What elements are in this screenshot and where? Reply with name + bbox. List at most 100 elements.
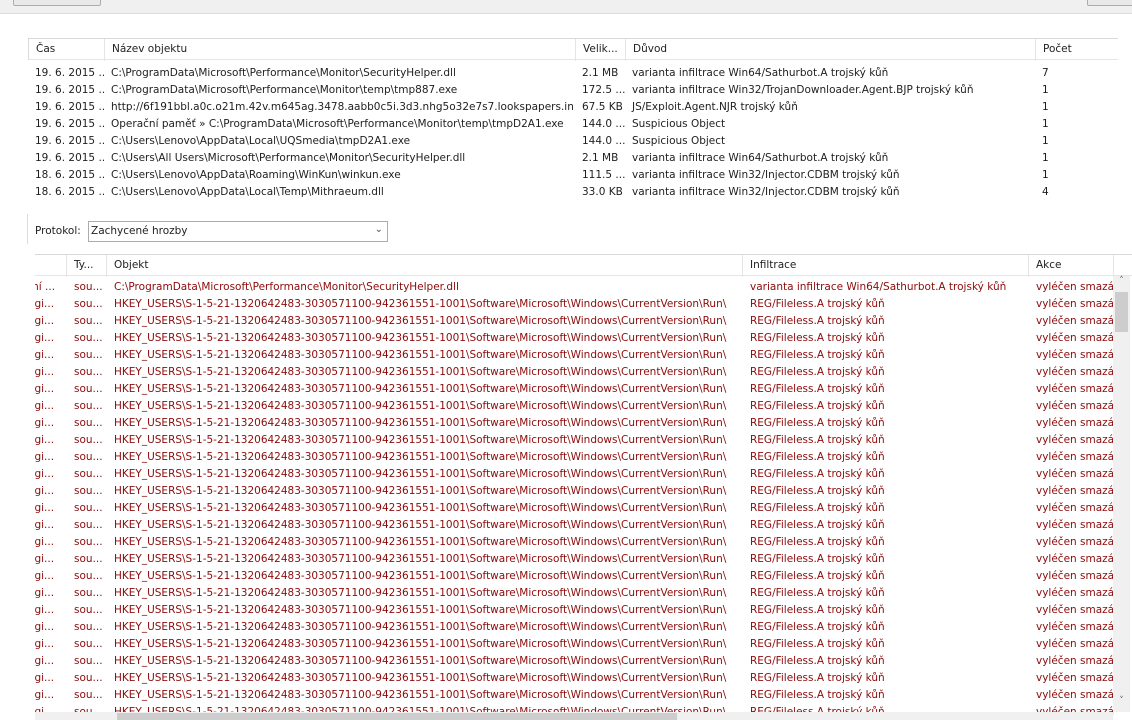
table-row[interactable]: egi... sou... HKEY_USERS\S-1-5-21-13206424…	[35, 670, 1132, 687]
toolbar-button-left[interactable]	[13, 0, 101, 6]
table-cell: 19. 6. 2015 ...	[35, 118, 104, 130]
table-row[interactable]: egi... sou... HKEY_USERS\S-1-5-21-13206424…	[35, 517, 1132, 534]
table-cell: 1	[1042, 84, 1049, 96]
table-cell: vyléčen smazán	[1036, 417, 1114, 429]
table-cell: HKEY_USERS\S-1-5-21-1320642483-303057110…	[114, 536, 727, 548]
table-cell: sou...	[74, 417, 103, 429]
table-cell: REG/Fileless.A trojský kůň	[750, 587, 885, 599]
log-header: Ty... Objekt Infiltrace Akce	[35, 254, 1132, 277]
column-header-3[interactable]: Důvod	[626, 39, 1036, 61]
log-table: Ty...ObjektInfiltraceAkce tní ... sou... C…	[35, 254, 1132, 720]
table-cell: 144.0 ...	[582, 118, 625, 130]
column-header-2[interactable]: Velik...	[576, 39, 626, 61]
table-cell: varianta infiltrace Win64/Sathurbot.A tr…	[750, 281, 1007, 293]
column-header-1[interactable]: Název objektu	[105, 39, 576, 61]
table-cell: vyléčen smazán	[1036, 468, 1114, 480]
hscroll-thumb[interactable]	[117, 713, 677, 720]
table-row[interactable]: egi... sou... HKEY_USERS\S-1-5-21-13206424…	[35, 534, 1132, 551]
toolbar-button-right[interactable]	[1087, 0, 1132, 6]
table-cell: REG/Fileless.A trojský kůň	[750, 315, 885, 327]
table-cell: vyléčen smazán	[1036, 400, 1114, 412]
table-cell: vyléčen smazán	[1036, 655, 1114, 667]
table-cell: HKEY_USERS\S-1-5-21-1320642483-303057110…	[114, 468, 727, 480]
table-row[interactable]: 19. 6. 2015 ... C:\Users\Lenovo\AppData\L…	[28, 133, 1118, 150]
table-row[interactable]: egi... sou... HKEY_USERS\S-1-5-21-13206424…	[35, 415, 1132, 432]
table-cell: sou...	[74, 485, 103, 497]
vertical-scrollbar[interactable]: ˄ ˅	[1113, 276, 1130, 712]
table-cell: sou...	[74, 553, 103, 565]
table-row[interactable]: 18. 6. 2015 ... C:\Users\Lenovo\AppData\L…	[28, 184, 1118, 201]
table-cell: egi...	[35, 502, 55, 514]
table-row[interactable]: tní ... sou... C:\ProgramData\Microsoft\Pe…	[35, 279, 1132, 296]
table-row[interactable]: egi... sou... HKEY_USERS\S-1-5-21-13206424…	[35, 347, 1132, 364]
table-row[interactable]: egi... sou... HKEY_USERS\S-1-5-21-13206424…	[35, 432, 1132, 449]
table-cell: REG/Fileless.A trojský kůň	[750, 349, 885, 361]
table-cell: 1	[1042, 152, 1049, 164]
protocol-select[interactable]: Zachycené hrozby ⌄	[88, 221, 388, 242]
table-row[interactable]: egi... sou... HKEY_USERS\S-1-5-21-13206424…	[35, 585, 1132, 602]
column-header-2[interactable]: Objekt	[107, 255, 743, 277]
column-header-4[interactable]: Počet	[1036, 39, 1118, 61]
table-cell: REG/Fileless.A trojský kůň	[750, 604, 885, 616]
table-cell: egi...	[35, 604, 55, 616]
table-cell: sou...	[74, 536, 103, 548]
table-cell: vyléčen smazán	[1036, 604, 1114, 616]
table-row[interactable]: egi... sou... HKEY_USERS\S-1-5-21-13206424…	[35, 636, 1132, 653]
table-row[interactable]: egi... sou... HKEY_USERS\S-1-5-21-13206424…	[35, 500, 1132, 517]
horizontal-scrollbar[interactable]	[35, 712, 1113, 720]
table-cell: egi...	[35, 553, 55, 565]
table-row[interactable]: egi... sou... HKEY_USERS\S-1-5-21-13206424…	[35, 568, 1132, 585]
scroll-thumb[interactable]	[1115, 292, 1128, 332]
table-cell: REG/Fileless.A trojský kůň	[750, 655, 885, 667]
table-cell: C:\Users\All Users\Microsoft\Performance…	[111, 152, 466, 164]
table-cell: C:\Users\Lenovo\AppData\Local\UQSmedia\t…	[111, 135, 411, 147]
table-row[interactable]: 18. 6. 2015 ... C:\Users\Lenovo\AppData\R…	[28, 167, 1118, 184]
table-cell: C:\ProgramData\Microsoft\Performance\Mon…	[111, 84, 458, 96]
table-row[interactable]: egi... sou... HKEY_USERS\S-1-5-21-13206424…	[35, 653, 1132, 670]
table-cell: HKEY_USERS\S-1-5-21-1320642483-303057110…	[114, 434, 727, 446]
table-row[interactable]: egi... sou... HKEY_USERS\S-1-5-21-13206424…	[35, 364, 1132, 381]
table-cell: sou...	[74, 604, 103, 616]
table-cell: HKEY_USERS\S-1-5-21-1320642483-303057110…	[114, 332, 727, 344]
table-cell: vyléčen smazán	[1036, 570, 1114, 582]
table-row[interactable]: egi... sou... HKEY_USERS\S-1-5-21-13206424…	[35, 602, 1132, 619]
table-row[interactable]: egi... sou... HKEY_USERS\S-1-5-21-13206424…	[35, 619, 1132, 636]
table-row[interactable]: egi... sou... HKEY_USERS\S-1-5-21-13206424…	[35, 449, 1132, 466]
table-cell: varianta infiltrace Win32/TrojanDownload…	[632, 84, 974, 96]
table-cell: egi...	[35, 485, 55, 497]
table-cell: vyléčen smazán	[1036, 621, 1114, 633]
table-row[interactable]: 19. 6. 2015 ... C:\ProgramData\Microsoft\…	[28, 82, 1118, 99]
table-row[interactable]: egi... sou... HKEY_USERS\S-1-5-21-13206424…	[35, 381, 1132, 398]
table-cell: sou...	[74, 332, 103, 344]
table-cell: HKEY_USERS\S-1-5-21-1320642483-303057110…	[114, 519, 727, 531]
table-cell: HKEY_USERS\S-1-5-21-1320642483-303057110…	[114, 366, 727, 378]
table-row[interactable]: egi... sou... HKEY_USERS\S-1-5-21-13206424…	[35, 313, 1132, 330]
table-cell: sou...	[74, 672, 103, 684]
column-header-3[interactable]: Infiltrace	[743, 255, 1029, 277]
table-row[interactable]: 19. 6. 2015 ... C:\Users\All Users\Micros…	[28, 150, 1118, 167]
column-header-0[interactable]	[35, 255, 67, 277]
table-row[interactable]: egi... sou... HKEY_USERS\S-1-5-21-13206424…	[35, 398, 1132, 415]
column-header-4[interactable]: Akce	[1029, 255, 1114, 277]
scroll-up-icon[interactable]: ˄	[1113, 276, 1130, 292]
toolbar	[0, 0, 1132, 14]
table-row[interactable]: egi... sou... HKEY_USERS\S-1-5-21-13206424…	[35, 466, 1132, 483]
table-row[interactable]: egi... sou... HKEY_USERS\S-1-5-21-13206424…	[35, 296, 1132, 313]
column-header-1[interactable]: Ty...	[67, 255, 107, 277]
table-cell: 4	[1042, 186, 1049, 198]
table-row[interactable]: egi... sou... HKEY_USERS\S-1-5-21-13206424…	[35, 330, 1132, 347]
table-cell: HKEY_USERS\S-1-5-21-1320642483-303057110…	[114, 383, 727, 395]
table-row[interactable]: 19. 6. 2015 ... Operační paměť » C:\Progr…	[28, 116, 1118, 133]
table-cell: HKEY_USERS\S-1-5-21-1320642483-303057110…	[114, 451, 727, 463]
table-cell: egi...	[35, 298, 55, 310]
table-row[interactable]: 19. 6. 2015 ... C:\ProgramData\Microsoft\…	[28, 65, 1118, 82]
table-row[interactable]: egi... sou... HKEY_USERS\S-1-5-21-13206424…	[35, 551, 1132, 568]
table-row[interactable]: egi... sou... HKEY_USERS\S-1-5-21-13206424…	[35, 687, 1132, 704]
table-cell: 18. 6. 2015 ...	[35, 169, 104, 181]
table-row[interactable]: egi... sou... HKEY_USERS\S-1-5-21-13206424…	[35, 483, 1132, 500]
protocol-label: Protokol:	[35, 225, 81, 237]
table-row[interactable]: 19. 6. 2015 ... http://6f191bbl.a0c.o21m.…	[28, 99, 1118, 116]
table-cell: HKEY_USERS\S-1-5-21-1320642483-303057110…	[114, 604, 727, 616]
column-header-0[interactable]: Čas	[29, 39, 105, 61]
scroll-down-icon[interactable]: ˅	[1113, 696, 1130, 712]
